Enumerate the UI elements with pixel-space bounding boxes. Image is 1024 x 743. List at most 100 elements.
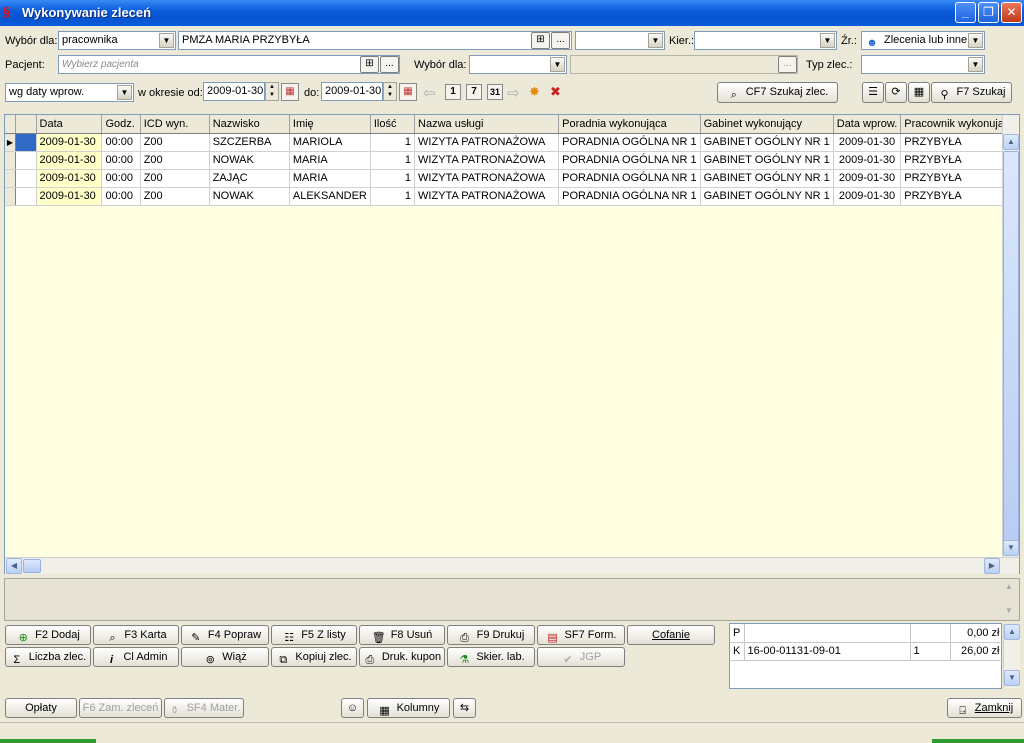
pacjent-ellipsis-button[interactable]: ... — [380, 56, 399, 73]
scroll-up-icon[interactable]: ▲ — [1003, 134, 1019, 150]
horizontal-scroll-thumb[interactable] — [23, 559, 41, 573]
day-7-button[interactable]: 7 — [466, 84, 482, 100]
header-imie[interactable]: Imię — [289, 115, 371, 134]
f3-card-button[interactable]: ⌕ F3 Karta — [93, 625, 179, 645]
table-icon[interactable]: ▦ — [908, 82, 930, 103]
scroll-up-icon[interactable]: ▲ — [1005, 582, 1013, 591]
people-add-icon[interactable]: ☺ — [341, 698, 364, 718]
print-coupon-button[interactable]: ⎙ Druk. kupon — [359, 647, 445, 667]
row-selector[interactable] — [15, 133, 37, 152]
f9-print-button[interactable]: ⎙ F9 Drukuj — [447, 625, 535, 645]
clear-icon[interactable]: ✖ — [550, 84, 561, 100]
order-count-label: Liczba zlec. — [28, 651, 87, 663]
chevron-down-icon[interactable]: ▼ — [550, 57, 565, 72]
scroll-down-icon[interactable]: ▼ — [1004, 670, 1020, 686]
chevron-down-icon[interactable]: ▼ — [820, 33, 835, 48]
lab-referral-button[interactable]: ⚗ Skier. lab. — [447, 647, 535, 667]
header-nazwisko[interactable]: Nazwisko — [209, 115, 290, 134]
wybor-dla2-select[interactable]: ▼ — [469, 55, 567, 74]
employee-extra-select[interactable]: ▼ — [575, 31, 665, 50]
date-from-spinner[interactable]: ▲ ▼ — [265, 82, 279, 101]
payment-summary[interactable]: P 0,00 zł K 16-00-01131-09-01 1 26,00 zł — [729, 623, 1004, 689]
arrow-left-icon[interactable]: ⇦ — [423, 84, 436, 102]
grid-horizontal-scrollbar[interactable]: ◀ ▶ — [5, 557, 1019, 574]
fees-button[interactable]: Opłaty — [5, 698, 77, 718]
employee-field[interactable]: PMZA MARIA PRZYBYŁA — [178, 31, 572, 50]
scroll-up-icon[interactable]: ▲ — [1004, 624, 1020, 640]
calendar-icon[interactable]: ▦ — [281, 83, 299, 101]
pacjent-input[interactable]: Wybierz pacjenta — [58, 55, 400, 74]
header-ilosc[interactable]: Ilość — [370, 115, 416, 134]
chevron-down-icon[interactable]: ▼ — [159, 33, 174, 48]
close-window-button[interactable]: ⍈ Zamknij — [947, 698, 1022, 718]
f2-add-button[interactable]: ⊕ F2 Dodaj — [5, 625, 91, 645]
notes-panel[interactable]: ▲ ▼ — [4, 578, 1020, 621]
header-godz[interactable]: Godz. — [101, 115, 141, 134]
chevron-down-icon[interactable]: ▼ — [648, 33, 663, 48]
copy-icon: ⧉ — [279, 654, 288, 666]
chevron-down-icon[interactable]: ▼ — [117, 85, 132, 100]
employee-ellipsis-button[interactable]: ... — [551, 32, 570, 49]
cl-admin-button[interactable]: i Cl Admin — [93, 647, 179, 667]
sf7-form-button[interactable]: ▤ SF7 Form. — [537, 625, 625, 645]
view-toggle-icon[interactable]: ☰ — [862, 82, 884, 103]
summary-row[interactable]: P 0,00 zł — [730, 624, 1004, 643]
vertical-scroll-thumb[interactable] — [1003, 151, 1019, 551]
row-selector[interactable] — [15, 169, 37, 188]
arrow-right-icon[interactable]: ⇨ — [507, 84, 520, 102]
refresh-icon[interactable]: ⟳ — [885, 82, 907, 103]
header-nazwa-uslugi[interactable]: Nazwa usługi — [414, 115, 560, 134]
link-button[interactable]: ⊚ Wiąż — [181, 647, 269, 667]
header-pracownik[interactable]: Pracownik wykonujący — [900, 115, 1019, 134]
maximize-button[interactable]: ❐ — [978, 2, 999, 23]
summary-scrollbar[interactable]: ▲ ▼ — [1003, 624, 1020, 688]
table-row[interactable]: 2009-01-30 00:00 Z00 NOWAK ALEKSANDER 1 … — [5, 187, 1019, 206]
header-icd[interactable]: ICD wyn. — [140, 115, 210, 134]
typ-zlec-select[interactable]: ▼ — [861, 55, 985, 74]
chevron-down-icon[interactable]: ▼ — [968, 33, 983, 48]
f4-edit-button[interactable]: ✎ F4 Popraw — [181, 625, 269, 645]
sun-icon[interactable]: ✸ — [529, 84, 540, 100]
summary-row[interactable]: K 16-00-01131-09-01 1 26,00 zł — [730, 642, 1004, 661]
row-selector[interactable] — [15, 151, 37, 170]
header-data-wprow[interactable]: Data wprow. — [833, 115, 902, 134]
table-row[interactable]: ▶ 2009-01-30 00:00 Z00 SZCZERBA MARIOLA … — [5, 133, 1019, 152]
scroll-down-icon[interactable]: ▼ — [1003, 540, 1019, 556]
columns-button[interactable]: ▦ Kolumny — [367, 698, 450, 718]
f8-delete-button[interactable]: 🗑 F8 Usuń — [359, 625, 445, 645]
scroll-left-icon[interactable]: ◀ — [6, 558, 22, 574]
grid-vertical-scrollbar[interactable]: ▲ ▼ — [1002, 115, 1019, 557]
copy-order-button[interactable]: ⧉ Kopiuj zlec. — [271, 647, 357, 667]
scroll-down-icon[interactable]: ▼ — [1005, 606, 1013, 615]
wybor-dla-select[interactable]: pracownika ▼ — [58, 31, 176, 50]
close-button[interactable]: ✕ — [1001, 2, 1022, 23]
orders-grid[interactable]: Data Godz. ICD wyn. Nazwisko Imię Ilość … — [4, 114, 1020, 574]
minimize-button[interactable]: _ — [955, 2, 976, 23]
date-from-input[interactable]: 2009-01-30 — [203, 82, 265, 101]
row-selector[interactable] — [15, 187, 37, 206]
header-data[interactable]: Data — [36, 115, 103, 134]
f5-from-list-button[interactable]: ☷ F5 Z listy — [271, 625, 357, 645]
scroll-right-icon[interactable]: ▶ — [984, 558, 1000, 574]
date-mode-select[interactable]: wg daty wprow. ▼ — [5, 83, 134, 102]
app-logo-icon: § — [3, 4, 11, 19]
date-to-input[interactable]: 2009-01-30 — [321, 82, 383, 101]
table-row[interactable]: 2009-01-30 00:00 Z00 NOWAK MARIA 1 WIZYT… — [5, 151, 1019, 170]
calendar-icon[interactable]: ▦ — [399, 83, 417, 101]
kier-select[interactable]: ▼ — [694, 31, 837, 50]
header-poradnia[interactable]: Poradnia wykonująca — [558, 115, 701, 134]
day-1-button[interactable]: 1 — [445, 84, 461, 100]
patient-pick-icon[interactable]: ⊞ — [360, 56, 379, 73]
employee-pick-icon[interactable]: ⊞ — [531, 32, 550, 49]
order-count-button[interactable]: Σ Liczba zlec. — [5, 647, 91, 667]
date-to-spinner[interactable]: ▲ ▼ — [383, 82, 397, 101]
table-row[interactable]: 2009-01-30 00:00 Z00 ZAJĄC MARIA 1 WIZYT… — [5, 169, 1019, 188]
f7-search-button[interactable]: ⚲ F7 Szukaj — [931, 82, 1012, 103]
header-gabinet[interactable]: Gabinet wykonujący — [700, 115, 834, 134]
chevron-down-icon[interactable]: ▼ — [968, 57, 983, 72]
zr-select[interactable]: ☻ Zlecenia lub inne ▼ — [861, 31, 985, 50]
day-31-button[interactable]: 31 — [487, 84, 503, 100]
cofanie-button[interactable]: Cofanie — [627, 625, 715, 645]
export-icon[interactable]: ⇆ — [453, 698, 476, 718]
cf7-search-orders-button[interactable]: ⌕ CF7 Szukaj zlec. — [717, 82, 838, 103]
